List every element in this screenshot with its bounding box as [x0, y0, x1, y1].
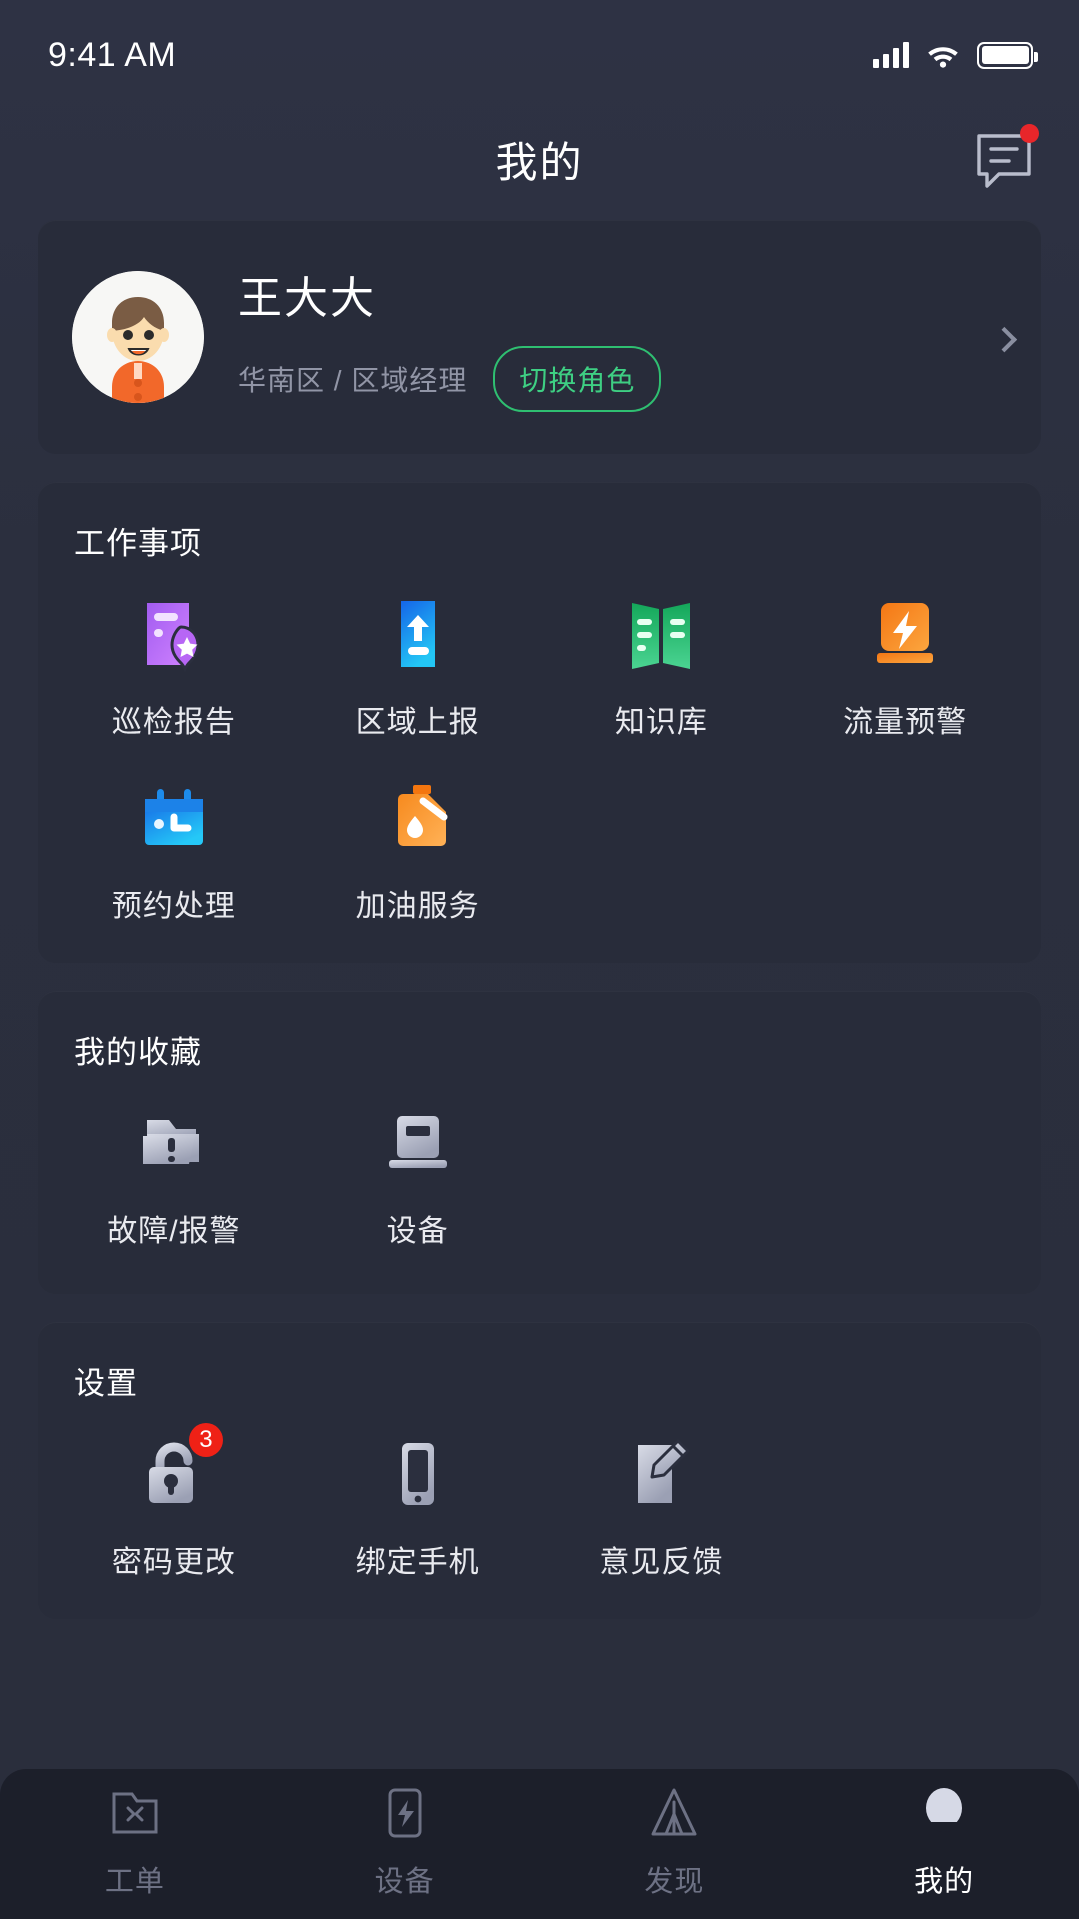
signal-bars-icon	[873, 42, 909, 68]
discover-compass-icon	[643, 1782, 705, 1844]
tab-device[interactable]: 设备	[270, 1782, 540, 1900]
battery-full-icon	[977, 41, 1038, 69]
tab-work-order[interactable]: 工单	[0, 1782, 270, 1900]
region-upload-icon	[375, 591, 461, 677]
grid-item-feedback[interactable]: 意见反馈	[540, 1431, 784, 1581]
work-section-grid: 巡检报告 区域上报 知识库 流量预警 预约处理 加油服务	[38, 563, 1041, 963]
grid-item-label: 加油服务	[355, 890, 480, 923]
grid-spacer	[783, 1100, 1027, 1250]
grid-item-region-upload[interactable]: 区域上报	[296, 591, 540, 741]
unlock-padlock-icon: 3	[131, 1423, 223, 1517]
grid-item-label: 意见反馈	[599, 1546, 724, 1579]
grid-item-change-password[interactable]: 3 密码更改	[52, 1423, 296, 1581]
page-header: 我的	[0, 110, 1079, 208]
grid-item-label: 设备	[386, 1215, 449, 1248]
avatar	[72, 271, 204, 403]
status-badge: 3	[188, 1423, 223, 1457]
profile-subtitle: 华南区 / 区域经理	[238, 365, 468, 396]
work-order-icon	[104, 1782, 166, 1844]
page-title: 我的	[495, 138, 584, 186]
grid-item-label: 密码更改	[111, 1546, 236, 1579]
profile-person-icon	[913, 1782, 975, 1844]
fault-alarm-folder-icon	[131, 1100, 217, 1186]
profile-card[interactable]: 王大大 华南区 / 区域经理 切换角色	[38, 220, 1041, 454]
inspection-report-icon	[131, 591, 217, 677]
tab-discover[interactable]: 发现	[540, 1782, 810, 1900]
tab-label: 我的	[914, 1866, 975, 1898]
tab-profile[interactable]: 我的	[809, 1782, 1079, 1900]
profile-row[interactable]: 王大大 华南区 / 区域经理 切换角色	[38, 220, 1041, 454]
device-icon	[375, 1100, 461, 1186]
grid-item-fault-alarm[interactable]: 故障/报警	[52, 1100, 296, 1250]
profile-info: 王大大 华南区 / 区域经理 切换角色	[238, 262, 1007, 412]
refuel-service-icon	[375, 775, 461, 861]
grid-spacer	[540, 1100, 784, 1250]
grid-item-label: 流量预警	[843, 706, 968, 739]
grid-item-appointment[interactable]: 预约处理	[52, 775, 296, 925]
appointment-calendar-icon	[131, 775, 217, 861]
profile-name: 王大大	[238, 274, 376, 323]
unread-dot	[1020, 124, 1039, 143]
tab-label: 工单	[104, 1866, 165, 1898]
switch-role-button[interactable]: 切换角色	[493, 346, 662, 412]
tab-label: 发现	[644, 1866, 705, 1898]
settings-section-card: 设置 3 密码更改 绑定手机 意见反馈	[38, 1322, 1041, 1619]
settings-section-title: 设置	[74, 1366, 138, 1401]
flow-alert-icon	[862, 591, 948, 677]
work-section-card: 工作事项 巡检报告 区域上报 知识库 流量预警 预约处理 加油服务	[38, 482, 1041, 963]
knowledge-book-icon	[618, 591, 704, 677]
grid-item-device[interactable]: 设备	[296, 1100, 540, 1250]
favorites-section-title: 我的收藏	[74, 1035, 202, 1070]
favorites-section-grid: 故障/报警 设备	[38, 1072, 1041, 1294]
grid-item-label: 预约处理	[111, 890, 236, 923]
status-bar: 9:41 AM	[0, 0, 1079, 110]
grid-spacer	[783, 1431, 1027, 1581]
grid-item-knowledge-base[interactable]: 知识库	[540, 591, 784, 741]
grid-item-label: 区域上报	[355, 706, 480, 739]
work-section-title: 工作事项	[74, 526, 202, 561]
grid-item-inspection-report[interactable]: 巡检报告	[52, 591, 296, 741]
app-screen: 9:41 AM 我的 王大大 华南区 / 区域经理 切换角色 工作事项 巡检报告…	[0, 0, 1079, 1919]
grid-item-refuel-service[interactable]: 加油服务	[296, 775, 540, 925]
grid-item-label: 知识库	[614, 706, 708, 739]
tab-label: 设备	[374, 1866, 435, 1898]
favorites-section-card: 我的收藏 故障/报警 设备	[38, 991, 1041, 1294]
status-time: 9:41 AM	[48, 35, 177, 74]
grid-item-label: 故障/报警	[107, 1215, 241, 1248]
grid-item-bind-phone[interactable]: 绑定手机	[296, 1431, 540, 1581]
feedback-pencil-icon	[618, 1431, 704, 1517]
status-icons	[873, 41, 1038, 69]
profile-sub-row: 华南区 / 区域经理 切换角色	[238, 346, 1007, 412]
phone-icon	[375, 1431, 461, 1517]
settings-section-grid: 3 密码更改 绑定手机 意见反馈	[38, 1403, 1041, 1619]
message-icon[interactable]	[973, 124, 1039, 188]
grid-item-label: 绑定手机	[355, 1546, 480, 1579]
device-bolt-icon	[374, 1782, 436, 1844]
grid-item-label: 巡检报告	[111, 706, 236, 739]
grid-item-flow-alert[interactable]: 流量预警	[783, 591, 1027, 741]
wifi-icon	[928, 47, 958, 68]
bottom-tab-bar: 工单 设备 发现 我的	[0, 1769, 1079, 1919]
